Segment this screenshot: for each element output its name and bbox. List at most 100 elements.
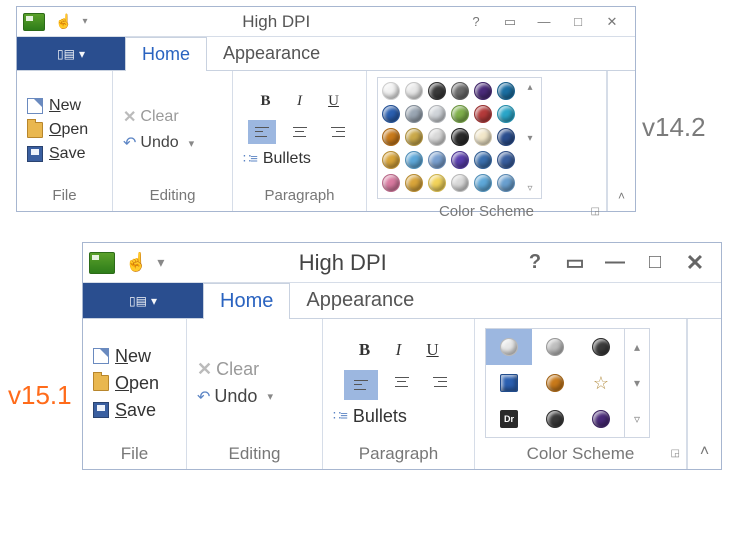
scheme-swatch[interactable] <box>405 174 423 192</box>
scheme-swatch[interactable] <box>382 174 400 192</box>
scheme-swatch[interactable] <box>532 401 578 437</box>
qat-dropdown-icon[interactable]: ▾ <box>82 16 87 27</box>
scheme-swatch[interactable] <box>428 105 446 123</box>
new-button[interactable]: New <box>93 346 176 367</box>
scheme-swatch[interactable] <box>486 329 532 365</box>
touch-mode-icon[interactable]: ☝ <box>55 13 72 30</box>
clear-button[interactable]: ✕Clear <box>197 359 312 380</box>
collapse-ribbon-button[interactable]: ˄ <box>687 319 721 469</box>
bold-button[interactable]: B <box>357 340 373 360</box>
undo-dropdown-icon[interactable]: ▾ <box>267 390 273 403</box>
help-button[interactable]: ? <box>515 251 555 274</box>
bullets-button[interactable]: ∷≡Bullets <box>333 406 464 427</box>
colorscheme-gallery[interactable]: ▴ ▾ ▿ <box>377 77 542 199</box>
underline-button[interactable]: U <box>326 93 342 110</box>
gallery-scroll-down-icon[interactable]: ▾ <box>625 365 649 401</box>
dialog-launcher-icon[interactable]: ◲ <box>591 203 600 221</box>
gallery-more-icon[interactable]: ▿ <box>625 401 649 437</box>
open-button[interactable]: Open <box>93 373 176 394</box>
scheme-swatch[interactable] <box>532 365 578 401</box>
scheme-swatch[interactable] <box>532 329 578 365</box>
scheme-swatch[interactable] <box>382 105 400 123</box>
scheme-swatch[interactable] <box>382 82 400 100</box>
undo-dropdown-icon[interactable]: ▾ <box>189 137 195 150</box>
undo-button[interactable]: ↶Undo▾ <box>197 386 312 407</box>
scheme-swatch[interactable] <box>451 128 469 146</box>
scheme-swatch[interactable] <box>451 174 469 192</box>
close-button[interactable]: ✕ <box>595 14 629 30</box>
gallery-more-icon[interactable]: ▿ <box>523 183 537 194</box>
scheme-swatch[interactable] <box>497 151 515 169</box>
scheme-swatch[interactable] <box>428 128 446 146</box>
scheme-swatch[interactable] <box>474 105 492 123</box>
scheme-swatch[interactable]: ☆ <box>578 365 624 401</box>
italic-button[interactable]: I <box>391 340 407 360</box>
group-paragraph: B I U ∷≡Bullets Paragraph <box>323 319 475 469</box>
scheme-swatch[interactable] <box>428 82 446 100</box>
tab-appearance[interactable]: Appearance <box>290 283 431 318</box>
scheme-swatch[interactable] <box>382 128 400 146</box>
italic-button[interactable]: I <box>292 93 308 110</box>
scheme-swatch[interactable] <box>451 82 469 100</box>
touch-mode-icon[interactable]: ☝ <box>125 252 147 273</box>
align-center-button[interactable] <box>388 370 416 394</box>
tab-home[interactable]: Home <box>203 283 290 319</box>
scheme-swatch[interactable] <box>451 151 469 169</box>
colorscheme-gallery[interactable]: ☆ Dr ▴ ▾ ▿ <box>485 328 650 438</box>
scheme-swatch[interactable] <box>405 82 423 100</box>
save-button[interactable]: Save <box>27 145 102 163</box>
align-left-button[interactable] <box>344 370 378 400</box>
align-center-button[interactable] <box>286 120 314 144</box>
version-label-142: v14.2 <box>642 112 706 143</box>
scheme-swatch[interactable] <box>405 128 423 146</box>
clear-button[interactable]: ✕ Clear <box>123 107 222 127</box>
close-button[interactable]: ✕ <box>675 250 715 276</box>
scheme-swatch[interactable] <box>474 82 492 100</box>
file-tab[interactable]: ▯▤ ▾ <box>17 37 125 70</box>
align-right-button[interactable] <box>324 120 352 144</box>
scheme-swatch[interactable] <box>428 151 446 169</box>
gallery-scroll-up-icon[interactable]: ▴ <box>625 329 649 365</box>
scheme-swatch[interactable] <box>497 82 515 100</box>
bold-button[interactable]: B <box>258 93 274 110</box>
scheme-swatch[interactable] <box>497 105 515 123</box>
maximize-button[interactable]: □ <box>635 251 675 274</box>
scheme-swatch[interactable] <box>497 174 515 192</box>
scheme-swatch[interactable] <box>428 174 446 192</box>
bullets-button[interactable]: ∷≡ Bullets <box>243 150 356 168</box>
collapse-ribbon-button[interactable]: ˄ <box>607 71 635 211</box>
scheme-swatch[interactable]: Dr <box>486 401 532 437</box>
minimize-button[interactable]: — <box>527 14 561 29</box>
scheme-swatch[interactable] <box>405 105 423 123</box>
app-icon <box>89 252 115 274</box>
scheme-swatch[interactable] <box>578 329 624 365</box>
scheme-swatch[interactable] <box>474 151 492 169</box>
scheme-swatch[interactable] <box>474 174 492 192</box>
scheme-swatch[interactable] <box>486 365 532 401</box>
file-tab[interactable]: ▯▤ ▾ <box>83 283 203 318</box>
undo-button[interactable]: ↶ Undo ▾ <box>123 133 222 153</box>
scheme-swatch[interactable] <box>451 105 469 123</box>
underline-button[interactable]: U <box>425 340 441 360</box>
minimize-button[interactable]: — <box>595 251 635 274</box>
scheme-swatch[interactable] <box>497 128 515 146</box>
maximize-button[interactable]: □ <box>561 14 595 29</box>
ribbon-display-button[interactable]: ▭ <box>493 14 527 30</box>
align-right-button[interactable] <box>426 370 454 394</box>
scheme-swatch[interactable] <box>474 128 492 146</box>
align-left-button[interactable] <box>248 120 276 144</box>
gallery-scroll-up-icon[interactable]: ▴ <box>523 82 537 93</box>
scheme-swatch[interactable] <box>578 401 624 437</box>
open-button[interactable]: Open <box>27 121 102 139</box>
scheme-swatch[interactable] <box>405 151 423 169</box>
gallery-scroll-down-icon[interactable]: ▾ <box>523 133 537 144</box>
ribbon-display-button[interactable]: ▭ <box>555 250 595 275</box>
help-button[interactable]: ? <box>459 14 493 29</box>
new-button[interactable]: New <box>27 97 102 115</box>
save-button[interactable]: Save <box>93 400 176 421</box>
tab-appearance[interactable]: Appearance <box>207 37 337 70</box>
qat-dropdown-icon[interactable]: ▾ <box>157 254 164 271</box>
tab-home[interactable]: Home <box>125 37 207 71</box>
dialog-launcher-icon[interactable]: ◲ <box>671 445 680 463</box>
scheme-swatch[interactable] <box>382 151 400 169</box>
